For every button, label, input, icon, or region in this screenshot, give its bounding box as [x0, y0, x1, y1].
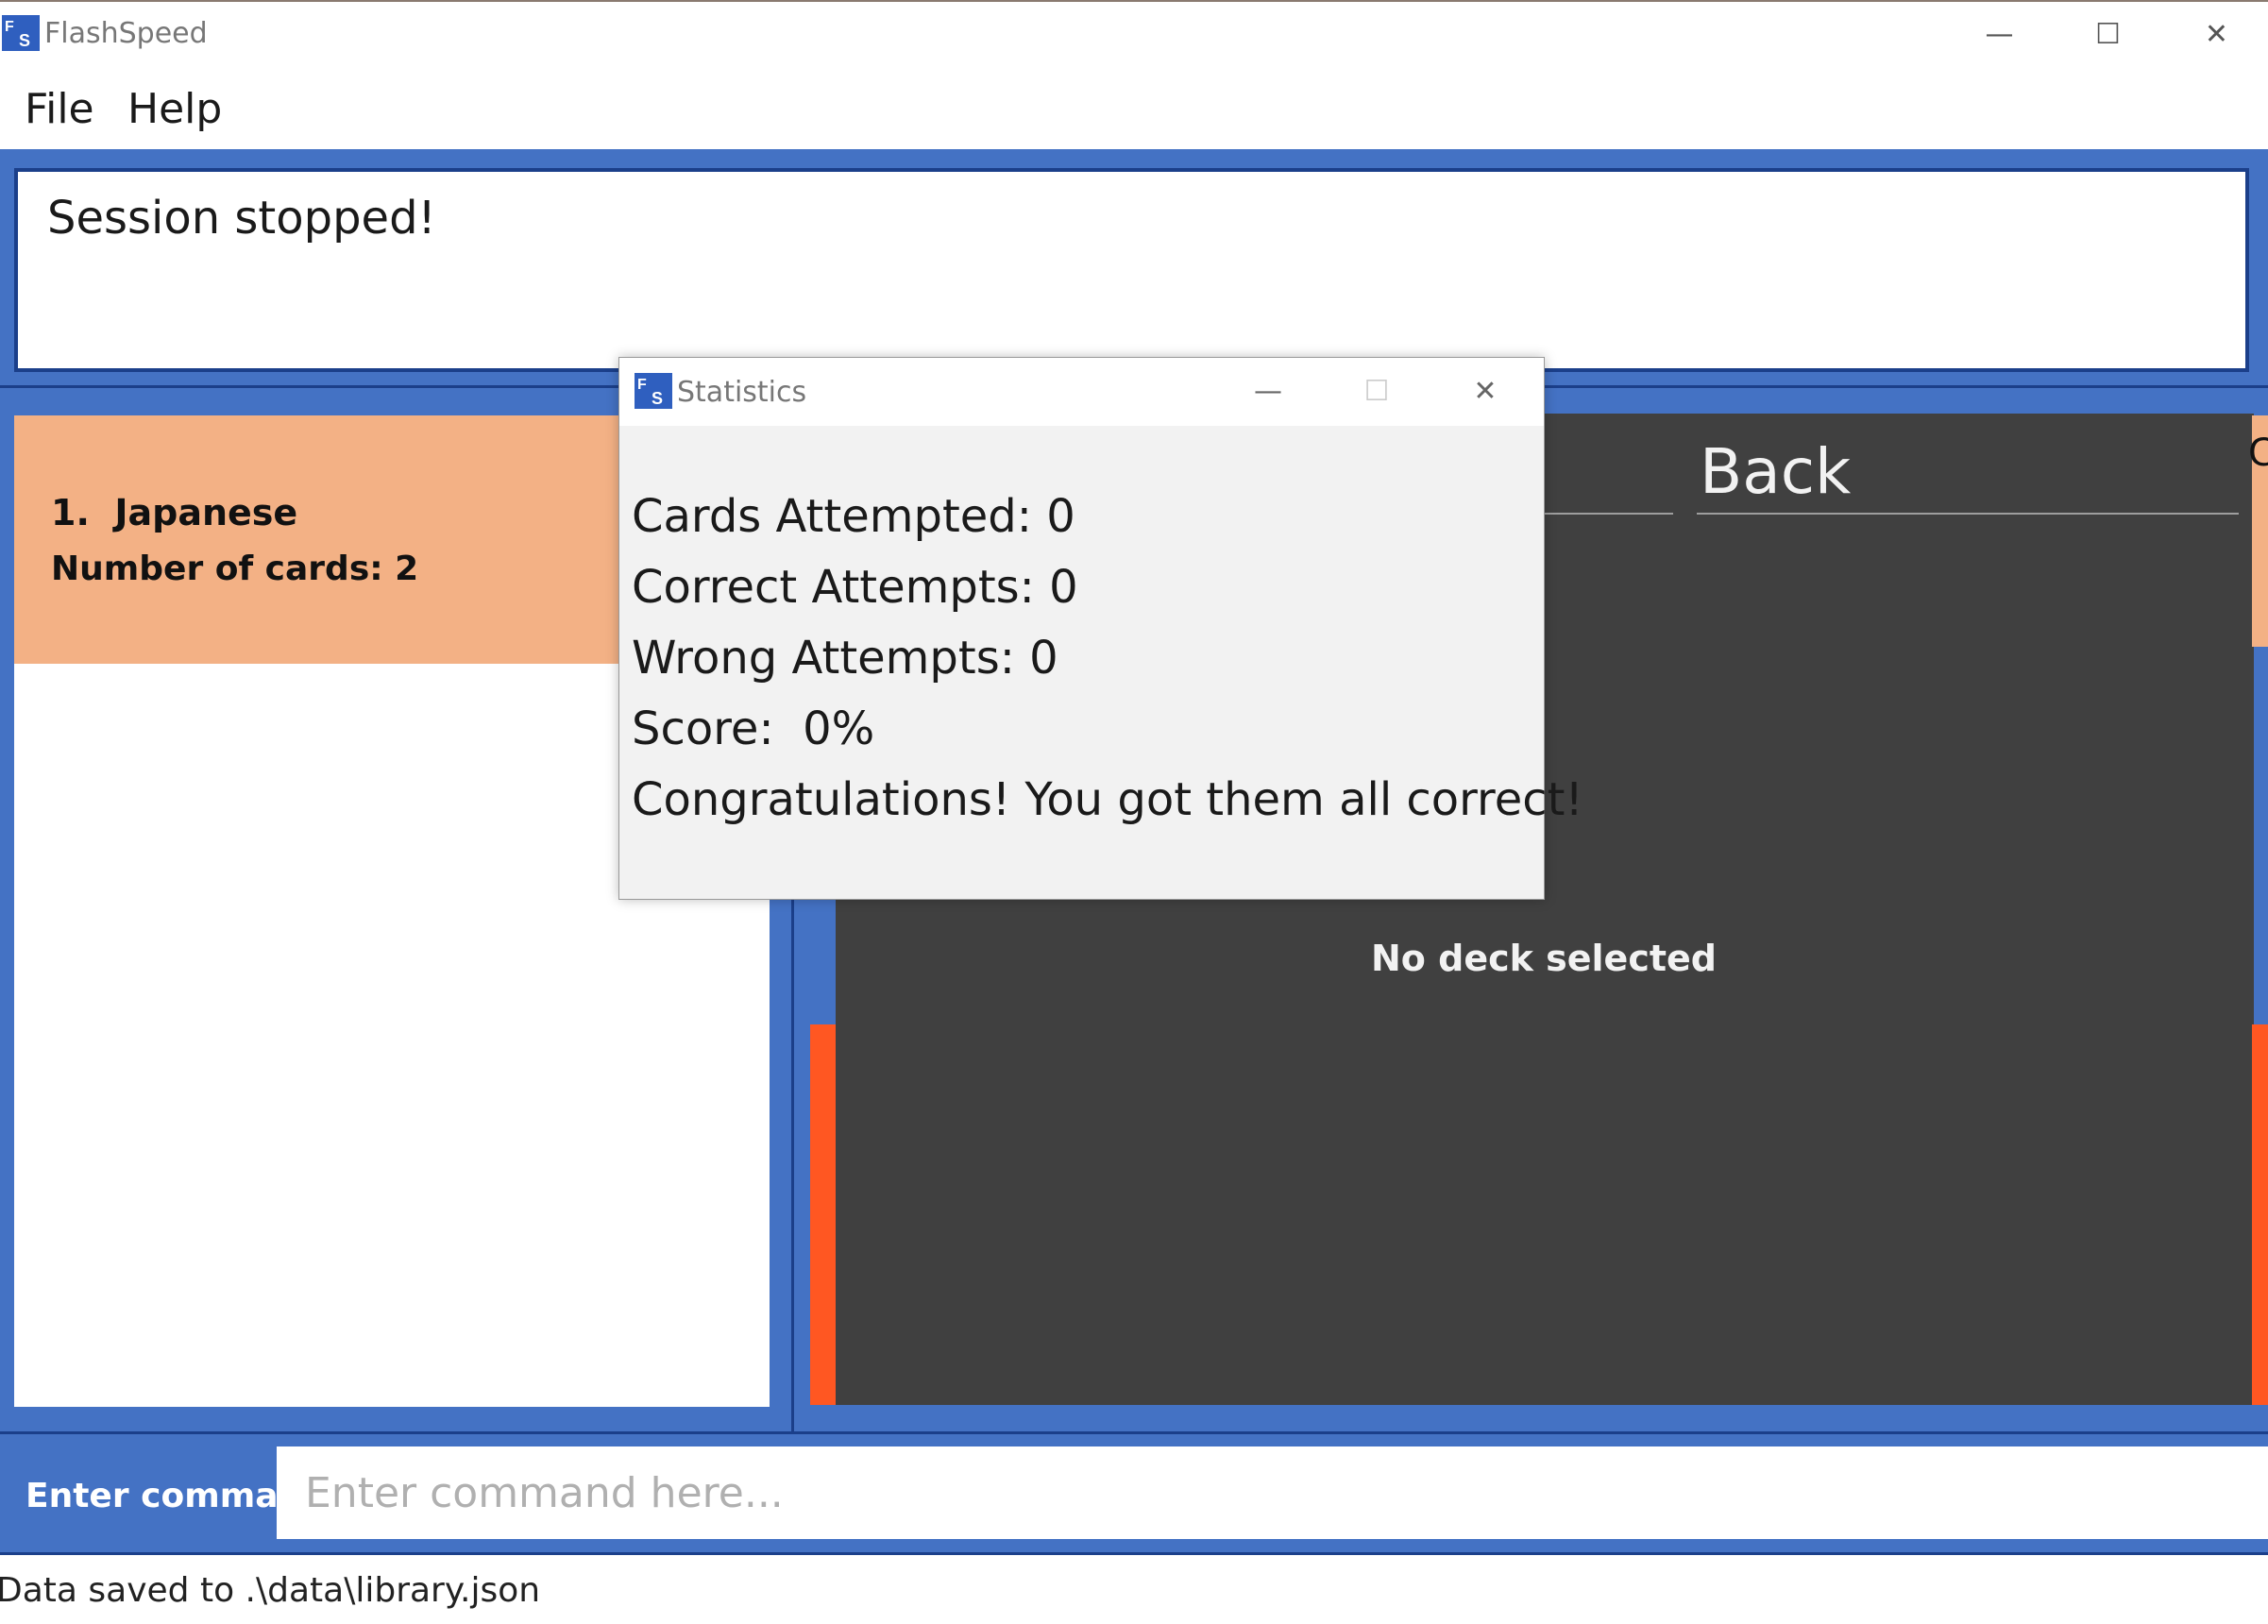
accent-bar-left	[810, 1024, 836, 1405]
svg-text:S: S	[652, 389, 663, 408]
deck-title: 1. Japanese	[51, 492, 298, 533]
app-logo-icon: F S	[2, 15, 40, 51]
dialog-title: Statistics	[677, 376, 807, 409]
result-display-text: Session stopped!	[47, 192, 436, 245]
minimize-icon: —	[1985, 17, 2014, 51]
stat-cards-attempted: Cards Attempted: 0	[632, 490, 1075, 543]
maximize-icon: ☐	[1363, 374, 1390, 408]
app-title: FlashSpeed	[44, 17, 208, 50]
command-label: Enter comma...	[25, 1477, 317, 1515]
divider	[0, 1431, 2268, 1434]
back-label: Back	[1700, 435, 1852, 508]
close-icon: ✕	[2204, 17, 2229, 51]
menu-help[interactable]: Help	[127, 81, 222, 138]
stat-correct-attempts: Correct Attempts: 0	[632, 561, 1078, 614]
divider	[0, 1552, 2268, 1555]
stat-wrong-attempts: Wrong Attempts: 0	[632, 632, 1058, 685]
close-icon: ✕	[1473, 374, 1498, 408]
menu-file[interactable]: File	[25, 81, 94, 138]
dialog-close-button[interactable]: ✕	[1433, 364, 1537, 417]
title-bar	[0, 0, 2268, 68]
menu-bar	[0, 68, 2268, 151]
dialog-maximize-button[interactable]: ☐	[1325, 364, 1429, 417]
svg-text:F: F	[637, 377, 647, 393]
status-bar-text: Data saved to .\data\library.json	[0, 1571, 541, 1610]
empty-state-message: No deck selected	[1371, 938, 1717, 979]
side-card-label: Ca	[2248, 431, 2268, 475]
minimize-icon: —	[1254, 374, 1282, 408]
minimize-button[interactable]: —	[1945, 6, 2054, 62]
stat-message: Congratulations! You got them all correc…	[632, 773, 1583, 826]
accent-bar-right	[2252, 1024, 2268, 1405]
command-input[interactable]	[277, 1446, 2268, 1539]
close-button[interactable]: ✕	[2162, 6, 2268, 62]
stat-score: Score: 0%	[632, 702, 875, 755]
svg-text:S: S	[19, 31, 30, 50]
dialog-logo-icon: F S	[635, 373, 672, 409]
svg-text:F: F	[5, 19, 14, 35]
maximize-icon: ☐	[2095, 17, 2121, 51]
deck-card-count: Number of cards: 2	[51, 550, 419, 588]
maximize-button[interactable]: ☐	[2054, 6, 2162, 62]
back-field-underline	[1697, 513, 2239, 515]
dialog-minimize-button[interactable]: —	[1216, 364, 1320, 417]
